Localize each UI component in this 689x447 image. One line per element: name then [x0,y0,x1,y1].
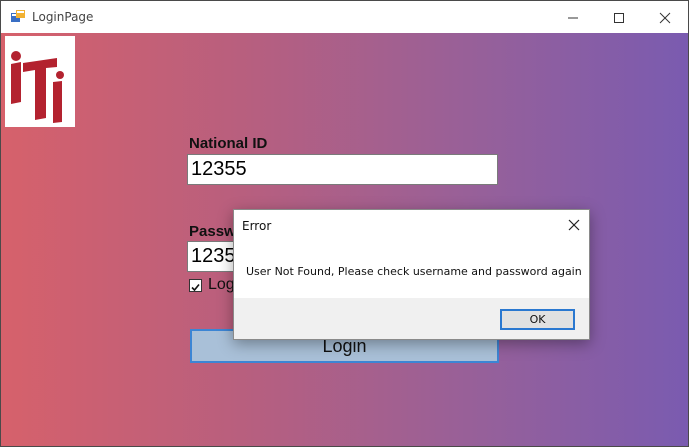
iti-logo [5,36,75,127]
close-icon [568,219,580,231]
maximize-button[interactable] [596,1,642,33]
dialog-close-button[interactable] [560,212,588,238]
checkbox-label: Log [208,276,235,293]
checkmark-icon [191,283,200,292]
winforms-app-icon [11,10,25,24]
dialog-title: Error [242,219,272,233]
window-title: LoginPage [32,10,94,24]
national-id-label: National ID [189,135,268,152]
app-window: LoginPage National ID 12355 Passw 1235 L… [0,0,689,447]
close-button[interactable] [642,1,688,33]
close-icon [659,12,671,24]
minimize-icon [568,17,578,19]
national-id-input[interactable] [187,154,498,185]
remember-login-checkbox[interactable] [189,279,202,292]
dialog-message: User Not Found, Please check username an… [246,265,582,278]
ok-button[interactable]: OK [500,309,575,330]
maximize-icon [614,13,624,23]
minimize-button[interactable] [550,1,596,33]
title-bar[interactable]: LoginPage [1,1,688,33]
password-label: Passw [189,223,236,240]
error-dialog: Error User Not Found, Please check usern… [233,209,590,340]
